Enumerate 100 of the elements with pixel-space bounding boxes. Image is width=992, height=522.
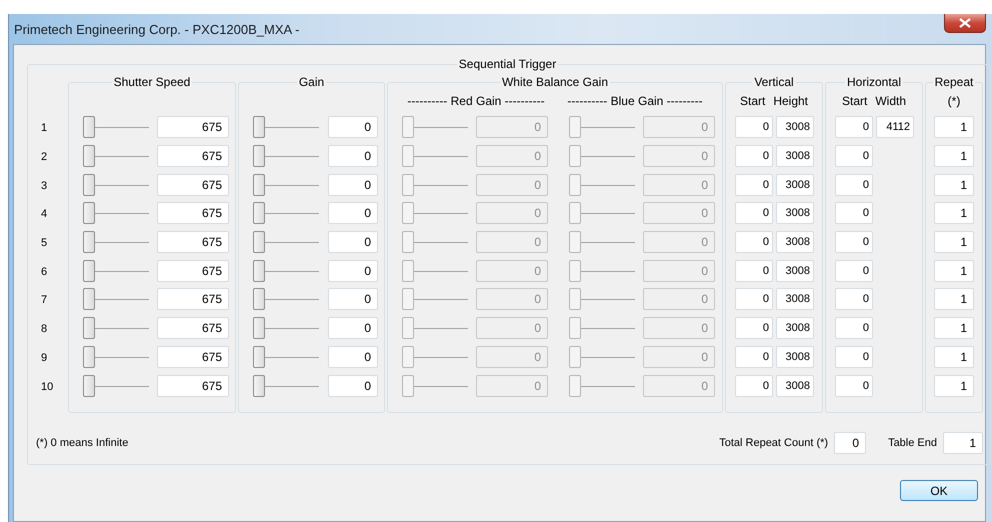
slider-thumb[interactable] xyxy=(253,202,265,224)
slider-thumb[interactable] xyxy=(83,260,95,282)
slider-thumb[interactable] xyxy=(83,374,95,397)
number-field[interactable]: 0 xyxy=(328,374,378,397)
number-field[interactable]: 0 xyxy=(735,317,773,340)
number-field[interactable]: 3008 xyxy=(776,374,814,397)
group-title: Sequential Trigger xyxy=(458,57,558,71)
number-field[interactable]: 1 xyxy=(934,288,974,310)
number-field[interactable]: 3008 xyxy=(776,116,814,138)
number-field[interactable]: 0 xyxy=(835,145,873,168)
slider-thumb[interactable] xyxy=(83,116,95,138)
number-field[interactable]: 0 xyxy=(834,432,866,454)
row-number: 5 xyxy=(40,237,48,250)
number-field[interactable]: 3008 xyxy=(776,145,814,168)
row-number: 2 xyxy=(40,151,48,164)
group-title: Gain xyxy=(298,75,326,89)
number-field[interactable]: 0 xyxy=(835,346,873,368)
number-field[interactable]: 1 xyxy=(934,260,974,282)
number-field[interactable]: 0 xyxy=(735,260,773,282)
number-field[interactable]: 675 xyxy=(157,174,229,196)
slider-thumb[interactable] xyxy=(253,145,265,168)
number-field[interactable]: 0 xyxy=(835,288,873,310)
number-field[interactable]: 0 xyxy=(328,231,378,254)
number-field[interactable]: 0 xyxy=(328,174,378,196)
number-field[interactable]: 0 xyxy=(735,288,773,310)
column-header: Width xyxy=(875,94,906,108)
footnote: (*) 0 means Infinite xyxy=(36,437,128,449)
column-header: ---------- Red Gain ---------- xyxy=(407,94,545,108)
slider-thumb[interactable] xyxy=(83,317,95,340)
number-field[interactable]: 675 xyxy=(157,202,229,224)
slider-thumb[interactable] xyxy=(253,260,265,282)
row-number: 8 xyxy=(40,323,48,336)
slider-thumb[interactable] xyxy=(83,288,95,310)
number-field[interactable]: 3008 xyxy=(776,202,814,224)
number-field[interactable]: 1 xyxy=(943,432,983,454)
number-field[interactable]: 0 xyxy=(328,260,378,282)
number-field[interactable]: 3008 xyxy=(776,260,814,282)
slider-thumb[interactable] xyxy=(83,231,95,254)
number-field[interactable]: 0 xyxy=(735,231,773,254)
slider-thumb[interactable] xyxy=(253,346,265,368)
slider-thumb[interactable] xyxy=(83,174,95,196)
slider-thumb[interactable] xyxy=(253,317,265,340)
number-field[interactable]: 1 xyxy=(934,231,974,254)
number-field[interactable]: 0 xyxy=(735,202,773,224)
ok-button[interactable]: OK xyxy=(900,480,978,501)
number-field[interactable]: 4112 xyxy=(876,116,914,138)
slider-thumb[interactable] xyxy=(253,174,265,196)
close-button[interactable] xyxy=(944,14,986,33)
number-field[interactable]: 0 xyxy=(835,260,873,282)
number-field[interactable]: 0 xyxy=(835,231,873,254)
window-title: Primetech Engineering Corp. - PXC1200B_MXA - xyxy=(14,22,300,36)
number-field[interactable]: 0 xyxy=(835,317,873,340)
number-field[interactable]: 675 xyxy=(157,260,229,282)
number-field[interactable]: 0 xyxy=(735,346,773,368)
number-field[interactable]: 0 xyxy=(735,116,773,138)
number-field[interactable]: 0 xyxy=(835,174,873,196)
number-field[interactable]: 0 xyxy=(328,202,378,224)
number-field[interactable]: 1 xyxy=(934,374,974,397)
group-title: Horizontal xyxy=(846,75,902,89)
number-field[interactable]: 1 xyxy=(934,174,974,196)
number-field[interactable]: 3008 xyxy=(776,174,814,196)
number-field[interactable]: 675 xyxy=(157,288,229,310)
number-field[interactable]: 675 xyxy=(157,231,229,254)
number-field[interactable]: 0 xyxy=(835,374,873,397)
column-header: Start xyxy=(740,94,766,108)
number-field[interactable]: 675 xyxy=(157,116,229,138)
number-field[interactable]: 3008 xyxy=(776,231,814,254)
number-field[interactable]: 675 xyxy=(157,346,229,368)
number-field[interactable]: 675 xyxy=(157,317,229,340)
number-field[interactable]: 1 xyxy=(934,317,974,340)
number-field[interactable]: 0 xyxy=(328,145,378,168)
slider-thumb[interactable] xyxy=(253,116,265,138)
number-field[interactable]: 0 xyxy=(735,374,773,397)
number-field[interactable]: 0 xyxy=(735,145,773,168)
row-number: 4 xyxy=(40,208,48,220)
number-field[interactable]: 1 xyxy=(934,145,974,168)
slider-thumb[interactable] xyxy=(253,288,265,310)
number-field[interactable]: 1 xyxy=(934,202,974,224)
number-field[interactable]: 0 xyxy=(328,346,378,368)
slider-thumb[interactable] xyxy=(83,346,95,368)
number-field[interactable]: 0 xyxy=(328,288,378,310)
slider-thumb[interactable] xyxy=(83,202,95,224)
number-field[interactable]: 0 xyxy=(835,116,873,138)
number-field[interactable]: 0 xyxy=(328,116,378,138)
number-field[interactable]: 675 xyxy=(157,374,229,397)
column-header: ---------- Blue Gain --------- xyxy=(567,94,703,108)
slider-thumb[interactable] xyxy=(83,145,95,168)
number-field[interactable]: 675 xyxy=(157,145,229,168)
number-field[interactable]: 1 xyxy=(934,346,974,368)
slider-thumb[interactable] xyxy=(253,374,265,397)
field-label: Table End xyxy=(888,437,937,449)
number-field[interactable]: 3008 xyxy=(776,346,814,368)
number-field[interactable]: 3008 xyxy=(776,288,814,310)
number-field[interactable]: 0 xyxy=(735,174,773,196)
number-field[interactable]: 3008 xyxy=(776,317,814,340)
slider-thumb[interactable] xyxy=(253,231,265,254)
number-field[interactable]: 0 xyxy=(835,202,873,224)
number-field[interactable]: 1 xyxy=(934,116,974,138)
group-title: Shutter Speed xyxy=(112,75,192,89)
number-field[interactable]: 0 xyxy=(328,317,378,340)
